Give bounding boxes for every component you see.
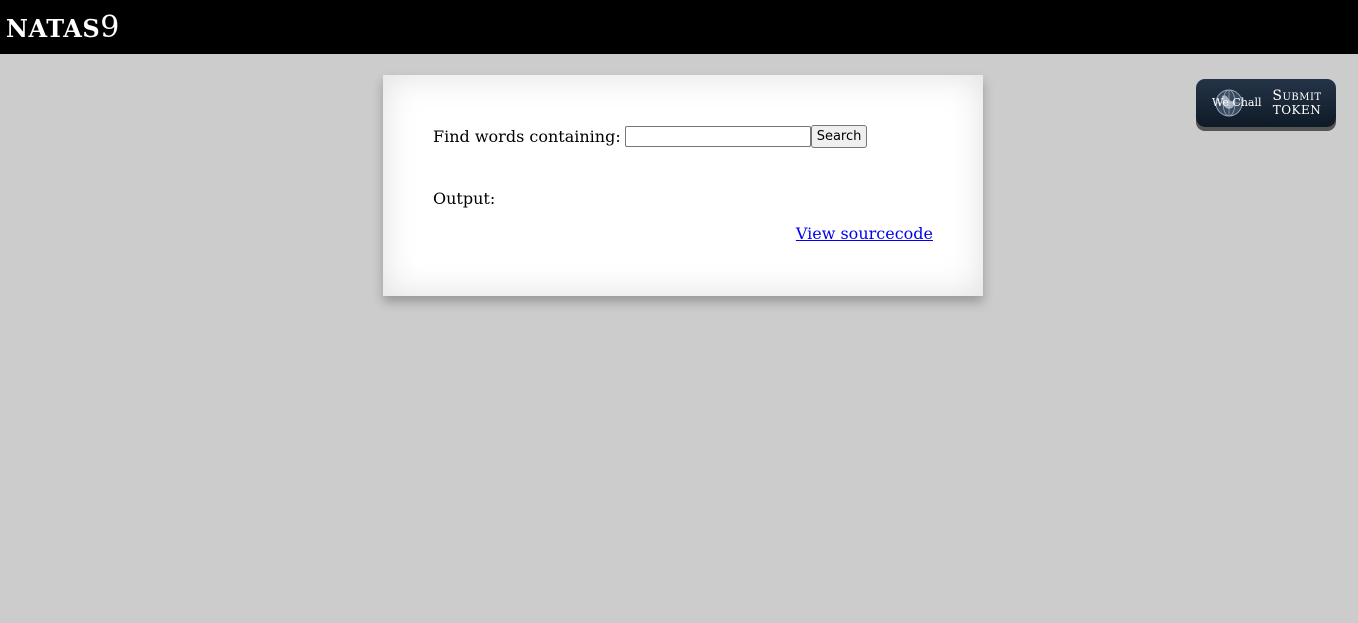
output-label: Output: <box>433 189 496 208</box>
submit-token-line2: TOKEN <box>1272 103 1322 117</box>
search-input[interactable] <box>624 126 811 147</box>
page-header: NATAS9 <box>0 0 1358 54</box>
site-title-level: 9 <box>100 10 120 45</box>
search-button[interactable]: Search <box>810 125 868 148</box>
wechall-brand: We Chall <box>1212 96 1262 109</box>
search-label: Find words containing: <box>433 127 621 146</box>
view-sourcecode-link[interactable]: View sourcecode <box>796 224 933 243</box>
site-title-text: NATAS <box>6 14 101 43</box>
wechall-submit-token-button[interactable]: We Chall Submit TOKEN <box>1196 79 1336 127</box>
submit-token-label: Submit TOKEN <box>1266 89 1328 117</box>
search-form: Find words containing: Search <box>433 125 868 148</box>
site-title: NATAS9 <box>6 10 120 47</box>
submit-token-line1: Submit <box>1272 88 1322 104</box>
content-panel: Find words containing: Search Output: Vi… <box>383 75 983 296</box>
